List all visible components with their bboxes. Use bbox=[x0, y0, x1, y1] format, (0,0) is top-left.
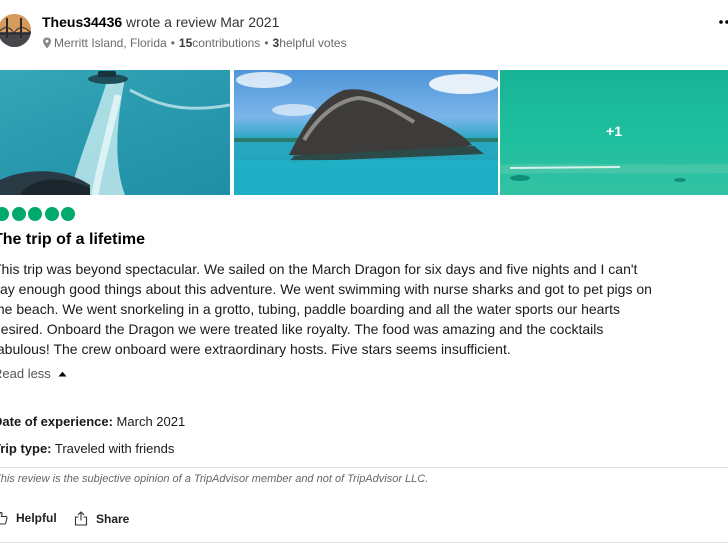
trip-type: Trip type: Traveled with friends bbox=[0, 441, 174, 456]
review-photos: +1 bbox=[0, 70, 728, 195]
helpful-label: Helpful bbox=[16, 511, 57, 525]
review-body-line: fabulous! The crew onboard were extraord… bbox=[0, 341, 511, 357]
helpful-button[interactable]: Helpful bbox=[0, 511, 57, 525]
date-of-experience-label: Date of experience: bbox=[0, 414, 113, 429]
rating-bubble bbox=[0, 207, 9, 221]
review-title[interactable]: The trip of a lifetime bbox=[0, 231, 145, 249]
review-photo-3-more[interactable]: +1 bbox=[500, 70, 728, 195]
review-photo-1[interactable] bbox=[0, 70, 230, 195]
rating-bubble bbox=[28, 207, 42, 221]
share-label: Share bbox=[96, 511, 130, 526]
share-icon bbox=[74, 511, 88, 526]
review-disclaimer: This review is the subjective opinion of… bbox=[0, 473, 429, 485]
meta-separator: • bbox=[264, 36, 269, 50]
contributions-label: contributions bbox=[192, 36, 261, 50]
more-photos-count: +1 bbox=[606, 123, 622, 139]
helpful-votes-count: 3 bbox=[272, 36, 280, 50]
helpful-votes-label: helpful votes bbox=[279, 36, 347, 50]
pin-icon bbox=[43, 37, 51, 49]
date-of-experience: Date of experience: March 2021 bbox=[0, 414, 185, 429]
review-card: Theus34436 wrote a review Mar 2021 Merri… bbox=[0, 0, 728, 546]
divider bbox=[0, 542, 728, 543]
divider bbox=[0, 467, 728, 468]
contributions-count: 15 bbox=[178, 36, 193, 50]
reviewer-location: Merritt Island, Florida bbox=[54, 36, 167, 50]
thumbs-up-icon bbox=[0, 511, 8, 525]
avatar[interactable] bbox=[0, 14, 31, 47]
reviewer-line: Theus34436 wrote a review Mar 2021 bbox=[42, 14, 279, 30]
date-of-experience-value: March 2021 bbox=[112, 414, 186, 429]
caret-up-icon bbox=[58, 371, 67, 376]
read-less-button[interactable]: Read less bbox=[0, 366, 67, 381]
rating-bubble bbox=[61, 207, 75, 221]
review-body-line: This trip was beyond spectacular. We sai… bbox=[0, 261, 638, 277]
rating-bubble bbox=[44, 207, 59, 221]
review-photo-2[interactable] bbox=[234, 70, 498, 195]
read-less-label: Read less bbox=[0, 366, 51, 381]
review-body-line: say enough good things about this advent… bbox=[0, 281, 652, 297]
review-date-text: wrote a review Mar 2021 bbox=[122, 14, 280, 30]
review-body: This trip was beyond spectacular. We sai… bbox=[0, 259, 728, 359]
trip-type-value: Traveled with friends bbox=[51, 441, 175, 456]
meta-separator: • bbox=[170, 36, 175, 50]
more-dots-icon[interactable] bbox=[719, 16, 728, 28]
rating-bubbles bbox=[0, 207, 78, 221]
trip-type-label: Trip type: bbox=[0, 441, 52, 456]
reviewer-meta: Merritt Island, Florida • 15 contributio… bbox=[42, 36, 347, 50]
reviewer-name-link[interactable]: Theus34436 bbox=[42, 14, 122, 30]
share-button[interactable]: Share bbox=[74, 511, 129, 526]
rating-bubble bbox=[11, 207, 26, 221]
review-body-line: the beach. We went snorkeling in a grott… bbox=[0, 301, 621, 317]
review-body-line: desired. Onboard the Dragon we were trea… bbox=[0, 321, 604, 337]
